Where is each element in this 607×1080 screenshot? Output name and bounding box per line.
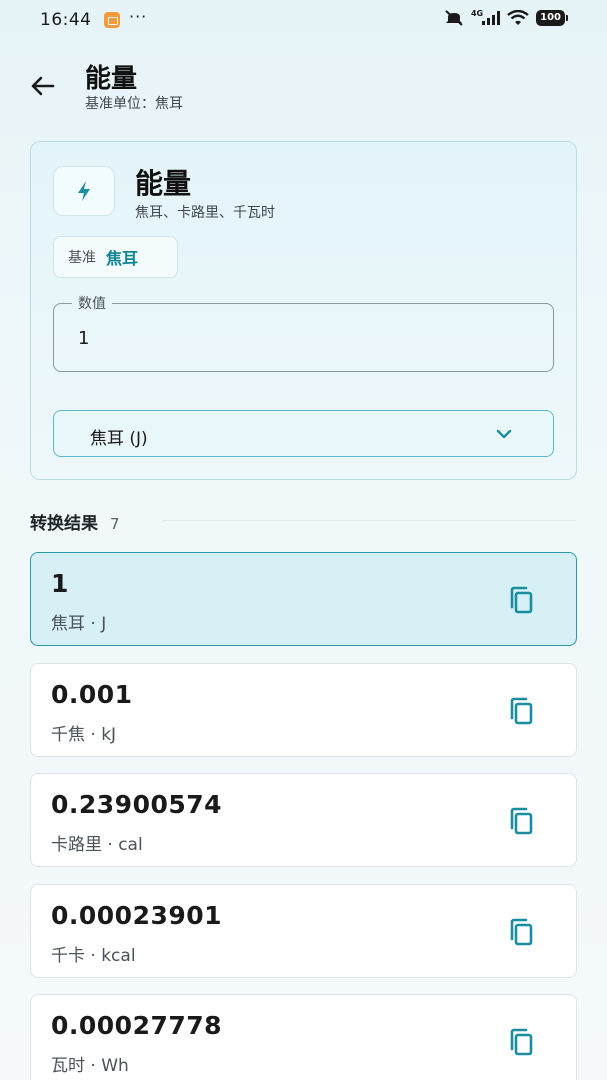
status-time: 16:44 [40,10,92,30]
result-value: 0.23900574 [51,790,223,819]
value-input-field[interactable]: 数值 1 [53,293,554,372]
base-unit-chip: 基准 焦耳 [53,236,178,278]
result-value: 0.00023901 [51,901,223,930]
more-notifications-icon: ··· [129,7,148,26]
base-unit-label: 基准 [68,250,96,266]
result-value: 0.00027778 [51,1011,223,1040]
result-unit: 焦耳 · J [51,614,107,634]
result-card[interactable]: 0.00023901 千卡 · kcal [30,884,577,978]
result-value: 0.001 [51,680,133,709]
result-card[interactable]: 0.00027778 瓦时 · Wh [30,994,577,1080]
copy-button[interactable] [503,1025,537,1059]
result-card[interactable]: 0.001 千焦 · kJ [30,663,577,757]
copy-button[interactable] [503,804,537,838]
back-arrow-icon [31,76,55,96]
value-field-label: 数值 [72,293,112,313]
wifi-icon [507,10,529,25]
base-unit-value: 焦耳 [106,249,139,268]
category-name: 能量 [135,167,192,200]
battery-icon: 100 [536,10,568,26]
copy-button[interactable] [503,583,537,617]
signal-icon [482,11,501,25]
unit-select-value: 焦耳 (J) [90,429,148,449]
network-type: 4G [470,8,484,18]
copy-icon [510,807,533,835]
back-button[interactable] [26,70,58,102]
status-bar: 16:44 ··· 4G 100 [0,0,607,40]
copy-icon [510,1028,533,1056]
result-unit: 卡路里 · cal [51,835,143,855]
category-icon-box [53,166,115,216]
result-unit: 千卡 · kcal [51,946,136,966]
result-unit: 千焦 · kJ [51,725,117,745]
value-input[interactable]: 1 [78,328,89,349]
results-count: 7 [110,515,120,533]
page-title: 能量 [85,64,138,94]
copy-icon [510,697,533,725]
result-value: 1 [51,569,69,598]
results-header: 转换结果 7 [30,509,120,534]
divider [162,520,576,521]
page-subtitle: 基准单位：焦耳 [85,96,183,112]
copy-icon [510,918,533,946]
bolt-icon [78,181,90,201]
copy-button[interactable] [503,694,537,728]
unit-select[interactable]: 焦耳 (J) [53,410,554,457]
mute-icon [445,10,463,26]
result-card[interactable]: 0.23900574 卡路里 · cal [30,773,577,867]
chevron-down-icon [496,429,512,439]
results-title: 转换结果 [30,514,98,534]
category-card: 能量 焦耳、卡路里、千瓦时 基准 焦耳 数值 1 焦耳 (J) [30,141,577,480]
status-icons: 4G 100 [444,8,568,26]
result-unit: 瓦时 · Wh [51,1056,129,1076]
notification-app-icon [104,12,120,28]
result-card[interactable]: 1 焦耳 · J [30,552,577,646]
copy-icon [510,586,533,614]
category-units: 焦耳、卡路里、千瓦时 [135,205,275,221]
copy-button[interactable] [503,915,537,949]
